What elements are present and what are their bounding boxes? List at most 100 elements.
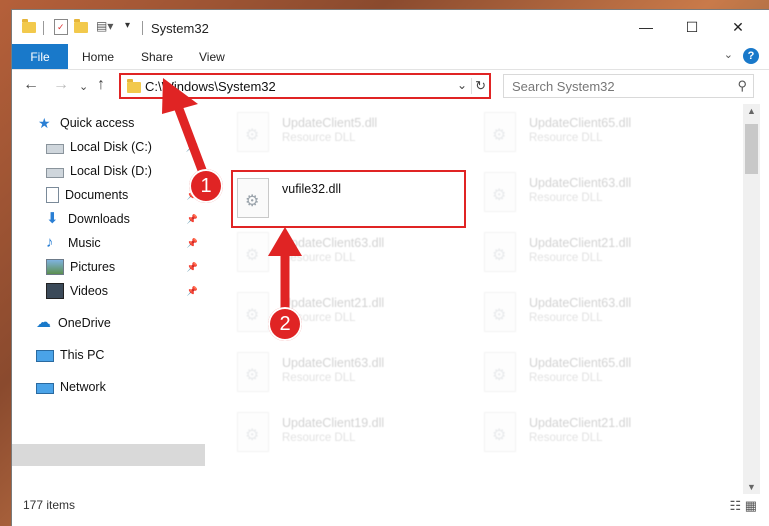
- close-button[interactable]: ✕: [715, 10, 761, 44]
- folder-icon: [127, 79, 141, 93]
- step-badge-2: 2: [268, 307, 302, 341]
- dll-file-icon: [237, 292, 269, 332]
- nav-item-this-pc[interactable]: This PC: [36, 344, 196, 366]
- nav-item-downloads[interactable]: ⬇ Downloads 📌: [46, 208, 198, 230]
- nav-item-quick-access[interactable]: ★ Quick access: [38, 112, 198, 134]
- customize-toolbar-icon[interactable]: ▤▾: [96, 19, 113, 33]
- help-icon[interactable]: ?: [743, 48, 759, 64]
- file-type: Resource DLL: [282, 132, 356, 144]
- videos-icon: [46, 283, 64, 299]
- dll-file-icon: [237, 112, 269, 152]
- dll-file-icon: [237, 232, 269, 272]
- address-bar[interactable]: C:\Windows\System32 ⌄ ↻: [119, 73, 491, 99]
- dll-file-icon: [484, 292, 516, 332]
- cloud-icon: ☁: [36, 314, 51, 331]
- star-icon: ★: [38, 115, 51, 131]
- file-name: UpdateClient21.dll: [529, 236, 632, 250]
- pin-icon[interactable]: 📌: [186, 142, 198, 153]
- dll-file-icon: [484, 412, 516, 452]
- maximize-button[interactable]: ☐: [669, 10, 715, 44]
- address-path[interactable]: C:\Windows\System32: [145, 79, 276, 94]
- file-item[interactable]: UpdateClient65.dll Resource DLL: [480, 106, 720, 162]
- search-input[interactable]: Search System32 ⚲: [503, 74, 754, 98]
- chevron-down-icon[interactable]: ⌄: [724, 48, 733, 61]
- file-item[interactable]: UpdateClient21.dll Resource DLL: [233, 286, 473, 342]
- chevron-down-icon[interactable]: ⌄: [457, 78, 467, 92]
- nav-item-videos[interactable]: Videos 📌: [46, 280, 198, 302]
- file-type: Resource DLL: [529, 252, 603, 264]
- folder-icon: [22, 19, 36, 33]
- file-name: UpdateClient65.dll: [529, 116, 632, 130]
- dll-file-icon: [484, 112, 516, 152]
- window-title: System32: [151, 21, 209, 36]
- dll-file-icon: [484, 352, 516, 392]
- file-item[interactable]: UpdateClient21.dll Resource DLL: [480, 226, 720, 282]
- file-name: UpdateClient63.dll: [282, 356, 385, 370]
- ribbon-tabs: File Home Share View ⌄ ?: [12, 44, 769, 70]
- dll-file-icon: [237, 352, 269, 392]
- file-item[interactable]: UpdateClient5.dll Resource DLL: [233, 106, 473, 162]
- dll-file-icon: [484, 172, 516, 212]
- forward-arrow-icon[interactable]: →: [53, 76, 69, 94]
- file-item[interactable]: UpdateClient63.dll Resource DLL: [480, 286, 720, 342]
- documents-icon: [46, 187, 59, 203]
- pin-icon[interactable]: 📌: [187, 238, 198, 249]
- file-name: UpdateClient65.dll: [529, 356, 632, 370]
- file-name: UpdateClient5.dll: [282, 116, 378, 130]
- download-icon: ⬇: [46, 210, 59, 227]
- back-arrow-icon[interactable]: ←: [23, 76, 39, 94]
- separator: [142, 21, 143, 35]
- file-type: Resource DLL: [529, 132, 603, 144]
- file-type: Resource DLL: [529, 432, 603, 444]
- properties-icon[interactable]: ✓: [54, 19, 68, 35]
- music-icon: ♪: [46, 234, 54, 251]
- nav-item-documents[interactable]: Documents 📌: [46, 184, 198, 206]
- file-name: UpdateClient21.dll: [282, 296, 385, 310]
- tab-file[interactable]: File: [12, 44, 68, 69]
- tab-home[interactable]: Home: [82, 44, 114, 69]
- file-item[interactable]: UpdateClient21.dll Resource DLL: [480, 406, 720, 462]
- file-item[interactable]: UpdateClient19.dll Resource DLL: [233, 406, 473, 462]
- navigation-pane: ★ Quick access Local Disk (C:) 📌 Local D…: [12, 110, 205, 490]
- separator: [43, 21, 44, 35]
- file-item[interactable]: UpdateClient63.dll Resource DLL: [233, 226, 473, 282]
- nav-item-network[interactable]: Network: [36, 376, 196, 398]
- new-folder-icon[interactable]: [74, 19, 88, 33]
- recent-locations-chevron-icon[interactable]: ⌄: [79, 80, 88, 93]
- nav-item-local-disk-c[interactable]: Local Disk (C:) 📌: [46, 136, 198, 158]
- tab-share[interactable]: Share: [141, 44, 173, 69]
- file-name: UpdateClient63.dll: [529, 296, 632, 310]
- file-type: Resource DLL: [282, 252, 356, 264]
- drive-icon: [46, 143, 64, 154]
- scroll-up-arrow-icon[interactable]: ▲: [747, 106, 756, 116]
- search-icon[interactable]: ⚲: [737, 78, 747, 94]
- file-name: UpdateClient21.dll: [529, 416, 632, 430]
- file-type: Resource DLL: [282, 372, 356, 384]
- pin-icon[interactable]: 📌: [187, 214, 198, 225]
- minimize-button[interactable]: —: [623, 10, 669, 44]
- scroll-thumb[interactable]: [745, 124, 758, 174]
- tab-view[interactable]: View: [199, 44, 225, 69]
- pin-icon[interactable]: 📌: [187, 286, 198, 297]
- nav-item-pictures[interactable]: Pictures 📌: [46, 256, 198, 278]
- nav-item-local-disk-d[interactable]: Local Disk (D:): [46, 160, 198, 182]
- file-item[interactable]: UpdateClient63.dll Resource DLL: [233, 346, 473, 402]
- file-type: Resource DLL: [529, 192, 603, 204]
- view-toggle-icons[interactable]: ☷ ▦: [729, 498, 757, 514]
- nav-item-music[interactable]: ♪ Music 📌: [46, 232, 198, 254]
- file-item[interactable]: UpdateClient63.dll Resource DLL: [480, 166, 720, 222]
- file-type: Resource DLL: [529, 372, 603, 384]
- file-item[interactable]: UpdateClient65.dll Resource DLL: [480, 346, 720, 402]
- dropdown-arrow-icon[interactable]: ▾: [125, 20, 130, 31]
- refresh-icon[interactable]: ↻: [471, 78, 486, 94]
- pin-icon[interactable]: 📌: [187, 262, 198, 273]
- computer-icon: [36, 349, 54, 362]
- dll-file-icon: [237, 412, 269, 452]
- file-type: Resource DLL: [529, 312, 603, 324]
- file-name: UpdateClient63.dll: [282, 236, 385, 250]
- up-arrow-icon[interactable]: ↑: [97, 76, 105, 94]
- vertical-scrollbar[interactable]: ▲ ▼: [743, 104, 760, 494]
- drive-icon: [46, 167, 64, 178]
- nav-item-onedrive[interactable]: ☁ OneDrive: [36, 312, 196, 334]
- scroll-down-arrow-icon[interactable]: ▼: [747, 482, 756, 492]
